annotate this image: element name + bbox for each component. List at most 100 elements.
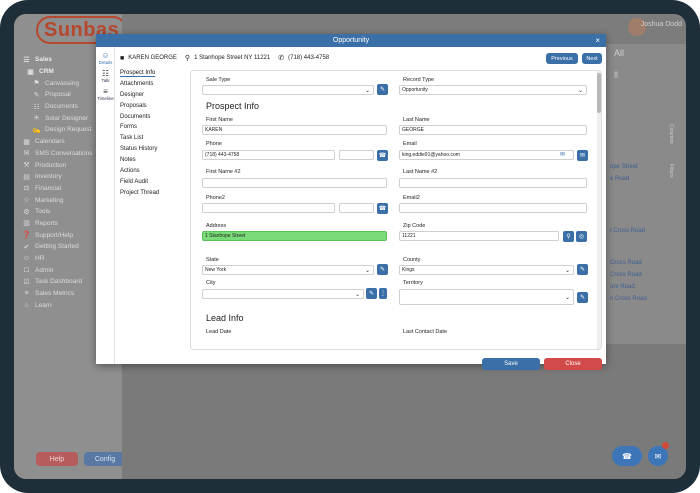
background-side-tab-columns[interactable]: Columns — [668, 124, 674, 144]
documents-icon: ☷ — [33, 103, 40, 111]
city-select[interactable]: ⌄ — [202, 289, 364, 299]
email-input[interactable]: king.eddie91@yahoo.com — [399, 150, 574, 160]
gps-target-icon[interactable]: ◎ — [576, 231, 587, 242]
tools-icon: ⚙ — [23, 208, 30, 216]
form-scrollbar[interactable] — [597, 71, 601, 349]
calendars-icon: ▦ — [23, 138, 30, 146]
email-2-input[interactable] — [399, 203, 587, 213]
learn-icon: ⌂ — [24, 301, 29, 309]
admin-icon: ☖ — [23, 267, 30, 275]
phone-input[interactable]: (718) 443-4758 — [202, 150, 335, 160]
sale-type-label: Sale Type — [206, 77, 231, 83]
chevron-down-icon: ⌄ — [564, 295, 570, 301]
phone-ext-input[interactable] — [339, 150, 374, 160]
save-button[interactable]: Save — [482, 358, 540, 370]
all-filter-label-2[interactable]: ll — [614, 70, 618, 80]
subnav-forms[interactable]: Forms — [116, 124, 186, 135]
subnav-task-list[interactable]: Task List — [116, 135, 186, 146]
all-filter-label[interactable]: All — [614, 48, 624, 58]
subnav-proposals[interactable]: Proposals — [116, 103, 186, 114]
background-side-tab-filters[interactable]: Filters — [668, 164, 674, 178]
marketing-icon: ☆ — [23, 197, 30, 205]
rail-item-details[interactable]: ☺ Details — [96, 51, 115, 65]
edit-state-button[interactable]: ✎ — [377, 264, 388, 275]
chat-fab[interactable]: ✉ — [648, 446, 668, 466]
support-icon: ❓ — [22, 232, 31, 240]
config-button[interactable]: Config — [84, 452, 126, 466]
subnav-prospect-info[interactable]: Prospect Info — [116, 70, 186, 81]
rail-item-timeline[interactable]: ≡ Timeline — [96, 87, 115, 101]
county-label: County — [403, 257, 421, 263]
previous-button[interactable]: Previous — [546, 53, 578, 64]
edit-territory-button[interactable]: ✎ — [577, 292, 588, 303]
next-button[interactable]: Next — [582, 53, 602, 64]
subnav-designer[interactable]: Designer — [116, 92, 186, 103]
help-button[interactable]: Help — [36, 452, 78, 466]
sale-type-select[interactable]: ⌄ — [202, 85, 374, 95]
person-icon: ■ — [120, 54, 125, 62]
close-button[interactable]: Close — [544, 358, 602, 370]
chevron-down-icon: ⌄ — [354, 292, 360, 298]
last-name-2-input[interactable] — [399, 178, 587, 188]
first-name-input[interactable]: KAREN — [202, 125, 387, 135]
canvassing-icon: ⚑ — [33, 80, 40, 88]
edit-city-button[interactable]: ✎ — [366, 288, 377, 299]
city-more-icon[interactable]: ⋮ — [379, 288, 387, 299]
city-label: City — [206, 280, 216, 286]
subnav-documents[interactable]: Documents — [116, 114, 186, 125]
record-type-value: Opportunity — [402, 87, 428, 93]
phone-2-ext-input[interactable] — [339, 203, 374, 213]
getting-started-icon: ✔ — [23, 243, 30, 251]
subnav-status-history[interactable]: Status History — [116, 146, 186, 157]
sidebar-item-label: Solar Designer — [45, 114, 88, 122]
subnav-actions[interactable]: Actions — [116, 168, 186, 179]
sidebar-item-label: Reports — [35, 219, 58, 227]
subnav-project-thread[interactable]: Project Thread — [116, 190, 186, 201]
zip-code-input[interactable]: 11221 — [399, 231, 559, 241]
locate-zip-icon[interactable]: ⚲ — [563, 231, 574, 242]
send-email-button[interactable]: ✉ — [577, 150, 588, 161]
form-scroll-thumb[interactable] — [597, 73, 601, 113]
call-phone-2-button[interactable]: ☎ — [377, 203, 388, 214]
state-select[interactable]: New York ⌄ — [202, 265, 374, 275]
subnav-attachments[interactable]: Attachments — [116, 81, 186, 92]
edit-sale-type-button[interactable]: ✎ — [377, 84, 388, 95]
sidebar-item-label: Marketing — [35, 196, 64, 204]
design-request-icon: ✍ — [32, 126, 41, 134]
subnav-field-audit[interactable]: Field Audit — [116, 179, 186, 190]
last-name-2-label: Last Name #2 — [403, 169, 438, 175]
county-select[interactable]: Kings ⌄ — [399, 265, 574, 275]
sidebar-item-label: Tools — [35, 208, 51, 216]
section-prospect-info: Prospect Info — [206, 101, 260, 111]
first-name-label: First Name — [206, 117, 233, 123]
edit-county-button[interactable]: ✎ — [577, 264, 588, 275]
subnav-notes[interactable]: Notes — [116, 157, 186, 168]
tablet-bezel: Sunbas ☰ Sales ▣ CRM ⚑ Canvassing ✎ Proposal ☷ Do… — [0, 0, 700, 493]
chevron-down-icon: ⌄ — [564, 268, 570, 274]
last-name-input[interactable]: GEORGE — [399, 125, 587, 135]
customer-phone: (718) 443-4758 — [288, 55, 330, 61]
modal-close-icon[interactable]: × — [595, 36, 600, 45]
phone-label: Phone — [206, 141, 222, 147]
rail-item-talk[interactable]: ☷ Talk — [96, 69, 115, 83]
background-list-panel: All ll ope Street e Road t Cross Road Cross… — [602, 44, 686, 344]
first-name-2-input[interactable] — [202, 178, 387, 188]
phone-2-input[interactable] — [202, 203, 335, 213]
county-value: Kings — [402, 267, 415, 273]
sidebar-item-label: Admin — [35, 266, 54, 274]
email-chat-icon[interactable]: ✉ — [560, 151, 565, 158]
background-list-item: e Road — [610, 176, 630, 182]
sidebar-item-label: Proposal — [45, 91, 71, 99]
record-type-select[interactable]: Opportunity ⌄ — [399, 85, 587, 95]
sidebar-item-label: Documents — [45, 103, 78, 111]
territory-label: Territory — [403, 280, 423, 286]
prospect-form: Sale Type ⌄ ✎ Record Type Opportunity ⌄ P… — [190, 70, 602, 350]
address-label: Address — [206, 223, 227, 229]
sidebar-item-label: HR — [35, 255, 45, 263]
call-phone-button[interactable]: ☎ — [377, 150, 388, 161]
sidebar-item-label: Support/Help — [35, 231, 73, 239]
address-input[interactable]: 1 Stanhope Street — [202, 231, 387, 241]
talk-icon: ☷ — [101, 69, 110, 78]
call-fab[interactable]: ☎ — [612, 446, 642, 466]
territory-select[interactable]: ⌄ — [399, 289, 574, 305]
